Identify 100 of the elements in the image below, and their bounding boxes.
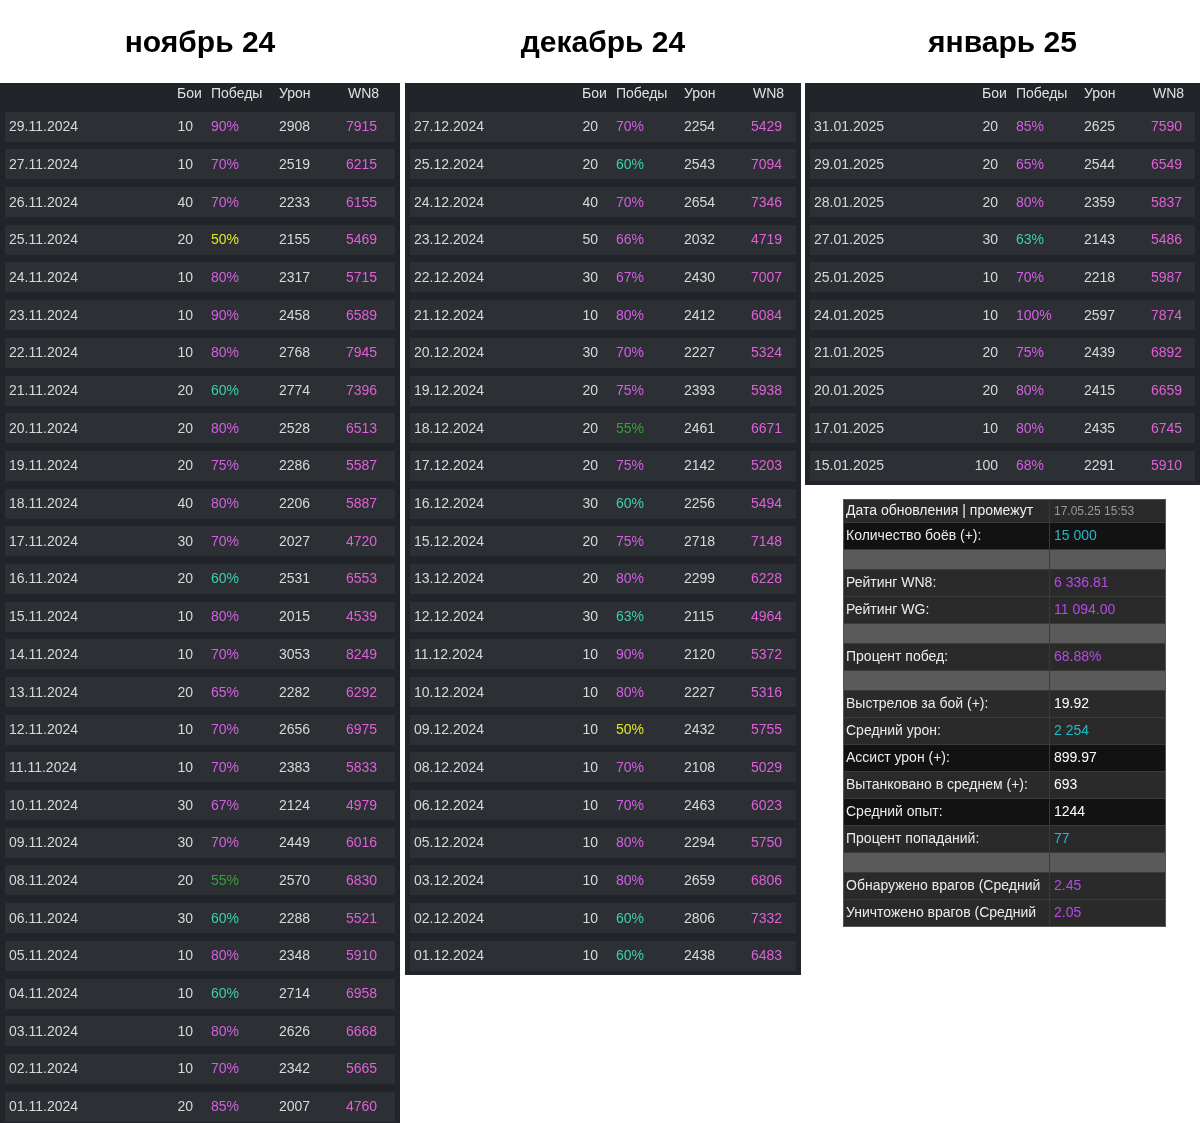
damage-value: 2659 bbox=[684, 871, 716, 888]
battles-count: 20 bbox=[177, 683, 193, 700]
stat-label: Вытанковано в среднем (+): bbox=[846, 775, 1028, 795]
date-text: 13.12.2024 bbox=[414, 570, 485, 587]
stat-value: 77 bbox=[1054, 829, 1070, 849]
win-rate: 80% bbox=[1016, 193, 1045, 210]
wn8-value: 6549 bbox=[1151, 155, 1183, 172]
win-rate: 75% bbox=[1016, 344, 1045, 361]
win-rate: 80% bbox=[1016, 419, 1045, 436]
win-rate: 80% bbox=[616, 683, 645, 700]
wn8-value: 7332 bbox=[751, 909, 783, 926]
wn8-value: 5486 bbox=[1151, 231, 1183, 248]
battles-count: 10 bbox=[177, 721, 193, 738]
date-text: 16.12.2024 bbox=[414, 495, 485, 512]
date-text: 06.11.2024 bbox=[9, 909, 79, 926]
win-rate: 75% bbox=[616, 532, 645, 549]
stat-label: Средний опыт: bbox=[846, 802, 943, 822]
damage-value: 2342 bbox=[279, 1060, 311, 1077]
stat-label: Процент побед: bbox=[846, 647, 949, 667]
damage-value: 2393 bbox=[684, 382, 716, 398]
wn8-value: 7346 bbox=[751, 193, 783, 210]
date-text: 18.12.2024 bbox=[414, 419, 485, 436]
date-text: 25.11.2024 bbox=[9, 231, 79, 248]
wn8-value: 6745 bbox=[1151, 419, 1183, 436]
win-rate: 80% bbox=[616, 871, 645, 888]
date-text: 22.11.2024 bbox=[9, 344, 79, 361]
stat-value: 2 254 bbox=[1054, 721, 1090, 741]
damage-value: 2032 bbox=[684, 231, 716, 248]
damage-value: 2449 bbox=[279, 834, 311, 851]
damage-value: 2718 bbox=[684, 532, 716, 549]
date-text: 08.12.2024 bbox=[414, 758, 485, 775]
win-rate: 70% bbox=[616, 796, 645, 813]
battles-count: 30 bbox=[582, 495, 598, 512]
wn8-value: 5938 bbox=[751, 382, 783, 398]
wn8-value: 6228 bbox=[751, 570, 783, 587]
battles-count: 20 bbox=[177, 419, 193, 436]
stat-label: Обнаружено врагов (Средний bbox=[846, 876, 1041, 896]
battles-count: 20 bbox=[177, 231, 193, 248]
battles-count: 10 bbox=[177, 1022, 193, 1039]
wn8-value: 6975 bbox=[346, 721, 378, 738]
wn8-value: 5910 bbox=[346, 947, 378, 964]
damage-value: 2774 bbox=[279, 382, 311, 398]
damage-value: 2714 bbox=[279, 985, 311, 1001]
column-header: Урон bbox=[684, 85, 716, 101]
damage-value: 2656 bbox=[279, 721, 311, 738]
win-rate: 70% bbox=[211, 193, 240, 210]
battles-count: 10 bbox=[177, 306, 193, 323]
wn8-value: 5837 bbox=[1151, 193, 1183, 210]
wn8-value: 6668 bbox=[346, 1022, 378, 1039]
date-text: 09.12.2024 bbox=[414, 721, 485, 738]
win-rate: 55% bbox=[616, 419, 645, 436]
win-rate: 100% bbox=[1016, 306, 1052, 323]
stat-label: Средний урон: bbox=[846, 721, 941, 741]
date-text: 05.12.2024 bbox=[414, 834, 485, 851]
battles-count: 20 bbox=[582, 155, 598, 172]
win-rate: 80% bbox=[616, 306, 645, 323]
wn8-value: 5987 bbox=[1151, 268, 1183, 285]
battles-count: 20 bbox=[582, 118, 598, 135]
damage-value: 2458 bbox=[279, 306, 311, 323]
stat-label: Дата обновления | промежут bbox=[846, 501, 1034, 521]
battles-count: 10 bbox=[177, 947, 193, 964]
battles-count: 30 bbox=[982, 231, 998, 248]
column-header: WN8 bbox=[753, 85, 785, 101]
date-text: 23.11.2024 bbox=[9, 306, 79, 323]
battles-count: 10 bbox=[582, 909, 598, 926]
wn8-value: 6483 bbox=[751, 947, 783, 964]
damage-value: 2435 bbox=[1084, 419, 1116, 436]
date-text: 24.12.2024 bbox=[414, 193, 485, 210]
battles-count: 10 bbox=[582, 834, 598, 851]
month-title: январь 25 bbox=[928, 24, 1077, 60]
battles-count: 10 bbox=[582, 645, 598, 662]
win-rate: 70% bbox=[211, 721, 240, 738]
win-rate: 70% bbox=[616, 344, 645, 361]
win-rate: 60% bbox=[616, 495, 645, 512]
damage-value: 2108 bbox=[684, 758, 716, 775]
date-text: 16.11.2024 bbox=[9, 570, 79, 587]
battles-count: 20 bbox=[177, 457, 193, 474]
wn8-value: 4539 bbox=[346, 608, 378, 625]
wn8-value: 6023 bbox=[751, 796, 783, 813]
date-text: 19.12.2024 bbox=[414, 382, 485, 398]
damage-value: 2626 bbox=[279, 1022, 311, 1039]
wn8-value: 6292 bbox=[346, 683, 378, 700]
date-text: 15.12.2024 bbox=[414, 532, 485, 549]
damage-value: 2570 bbox=[279, 871, 311, 888]
win-rate: 70% bbox=[616, 758, 645, 775]
damage-value: 2439 bbox=[1084, 344, 1116, 361]
date-text: 17.11.2024 bbox=[9, 532, 79, 549]
battles-count: 10 bbox=[177, 1060, 193, 1077]
battles-count: 10 bbox=[582, 871, 598, 888]
damage-value: 2142 bbox=[684, 457, 716, 474]
battles-count: 20 bbox=[982, 118, 998, 135]
wn8-value: 7007 bbox=[751, 268, 783, 285]
battles-count: 40 bbox=[177, 495, 193, 512]
damage-value: 2155 bbox=[279, 231, 311, 248]
win-rate: 80% bbox=[211, 608, 240, 625]
battles-count: 10 bbox=[177, 118, 193, 135]
win-rate: 75% bbox=[616, 457, 645, 474]
date-text: 22.12.2024 bbox=[414, 268, 485, 285]
damage-value: 2115 bbox=[684, 608, 715, 625]
wn8-value: 5429 bbox=[751, 118, 783, 135]
